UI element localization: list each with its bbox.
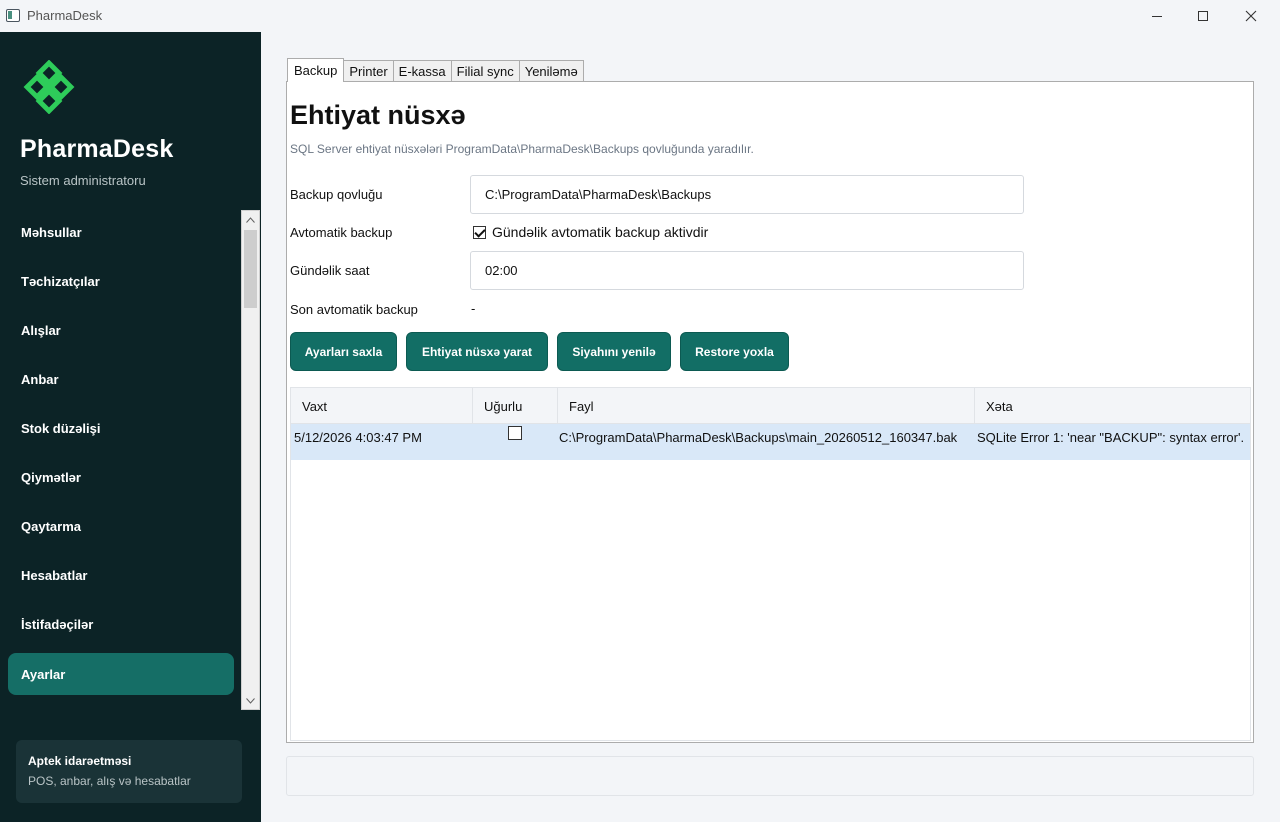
- sidebar-item-settings[interactable]: Ayarlar: [8, 653, 234, 695]
- last-backup-label: Son avtomatik backup: [290, 302, 418, 317]
- column-header-time[interactable]: Vaxt: [291, 388, 473, 424]
- scroll-thumb[interactable]: [244, 230, 257, 308]
- column-header-error[interactable]: Xəta: [975, 388, 1250, 424]
- settings-tabs: Backup Printer E-kassa Filial sync Yenil…: [287, 58, 584, 82]
- cell-error: SQLite Error 1: 'near "BACKUP": syntax e…: [977, 429, 1245, 445]
- info-card-title: Aptek idarəetməsi: [28, 754, 132, 768]
- close-icon: [1245, 10, 1257, 22]
- brand-name: PharmaDesk: [20, 135, 174, 163]
- backup-folder-input[interactable]: C:\ProgramData\PharmaDesk\Backups: [470, 175, 1024, 214]
- tab-filial-sync[interactable]: Filial sync: [450, 60, 520, 82]
- user-role: Sistem administratoru: [20, 173, 146, 188]
- sidebar: PharmaDesk Sistem administratoru Məhsull…: [0, 32, 261, 822]
- success-checkbox[interactable]: [508, 426, 522, 440]
- page-title: Ehtiyat nüsxə: [290, 100, 466, 130]
- checkbox-checked-icon[interactable]: [473, 225, 486, 239]
- close-button[interactable]: [1228, 0, 1274, 32]
- minimize-icon: [1152, 15, 1162, 17]
- column-header-file[interactable]: Fayl: [558, 388, 975, 424]
- sidebar-scrollbar[interactable]: [241, 210, 260, 710]
- sidebar-item-products[interactable]: Məhsullar: [8, 208, 234, 257]
- page-subtitle: SQL Server ehtiyat nüsxələri ProgramData…: [290, 142, 754, 156]
- auto-backup-checkbox[interactable]: Gündəlik avtomatik backup aktivdir: [473, 224, 708, 240]
- daily-time-input[interactable]: 02:00: [470, 251, 1024, 290]
- tab-update[interactable]: Yeniləmə: [518, 60, 584, 82]
- folder-label: Backup qovluğu: [290, 187, 383, 202]
- auto-backup-checkbox-label: Gündəlik avtomatik backup aktivdir: [492, 224, 709, 240]
- app-icon: [6, 9, 20, 22]
- table-row[interactable]: 5/12/2026 4:03:47 PM C:\ProgramData\Phar…: [291, 424, 1250, 460]
- info-card: Aptek idarəetməsi POS, anbar, alış və he…: [16, 740, 242, 803]
- title-bar: PharmaDesk: [0, 0, 1280, 32]
- sidebar-nav: Məhsullar Təchizatçılar Alışlar Anbar St…: [8, 208, 234, 695]
- backup-panel: Ehtiyat nüsxə SQL Server ehtiyat nüsxələ…: [286, 81, 1254, 743]
- auto-backup-label: Avtomatik backup: [290, 225, 393, 240]
- cell-time: 5/12/2026 4:03:47 PM: [294, 429, 422, 445]
- tab-e-kassa[interactable]: E-kassa: [392, 60, 452, 82]
- sidebar-item-reports[interactable]: Hesabatlar: [8, 551, 234, 600]
- logo-icon: [23, 60, 75, 114]
- scroll-up-icon[interactable]: [242, 211, 259, 228]
- daily-time-label: Gündəlik saat: [290, 263, 370, 278]
- maximize-button[interactable]: [1180, 0, 1226, 32]
- refresh-list-button[interactable]: Siyahını yenilə: [557, 332, 671, 371]
- tab-backup[interactable]: Backup: [287, 58, 345, 82]
- sidebar-item-prices[interactable]: Qiymətlər: [8, 453, 234, 502]
- scroll-down-icon[interactable]: [242, 692, 259, 709]
- sidebar-item-warehouse[interactable]: Anbar: [8, 355, 234, 404]
- info-card-subtitle: POS, anbar, alış və hesabatlar: [28, 774, 191, 788]
- sidebar-item-stock-adjustment[interactable]: Stok düzəlişi: [8, 404, 234, 453]
- sidebar-item-returns[interactable]: Qaytarma: [8, 502, 234, 551]
- column-header-success[interactable]: Uğurlu: [473, 388, 558, 424]
- cell-file: C:\ProgramData\PharmaDesk\Backups\main_2…: [559, 429, 958, 445]
- tab-printer[interactable]: Printer: [343, 60, 394, 82]
- maximize-icon: [1198, 11, 1208, 21]
- save-settings-button[interactable]: Ayarları saxla: [290, 332, 397, 371]
- last-backup-value: -: [471, 301, 476, 316]
- restore-check-button[interactable]: Restore yoxla: [680, 332, 789, 371]
- minimize-button[interactable]: [1134, 0, 1180, 32]
- sidebar-item-purchases[interactable]: Alışlar: [8, 306, 234, 355]
- sidebar-item-suppliers[interactable]: Təchizatçılar: [8, 257, 234, 306]
- create-backup-button[interactable]: Ehtiyat nüsxə yarat: [406, 332, 548, 371]
- status-bar: [286, 756, 1254, 796]
- sidebar-item-users[interactable]: İstifadəçilər: [8, 600, 234, 649]
- window-title: PharmaDesk: [27, 8, 103, 23]
- grid-header: Vaxt Uğurlu Fayl Xəta: [291, 388, 1250, 424]
- backup-grid: Vaxt Uğurlu Fayl Xəta 5/12/2026 4:03:47 …: [290, 387, 1251, 741]
